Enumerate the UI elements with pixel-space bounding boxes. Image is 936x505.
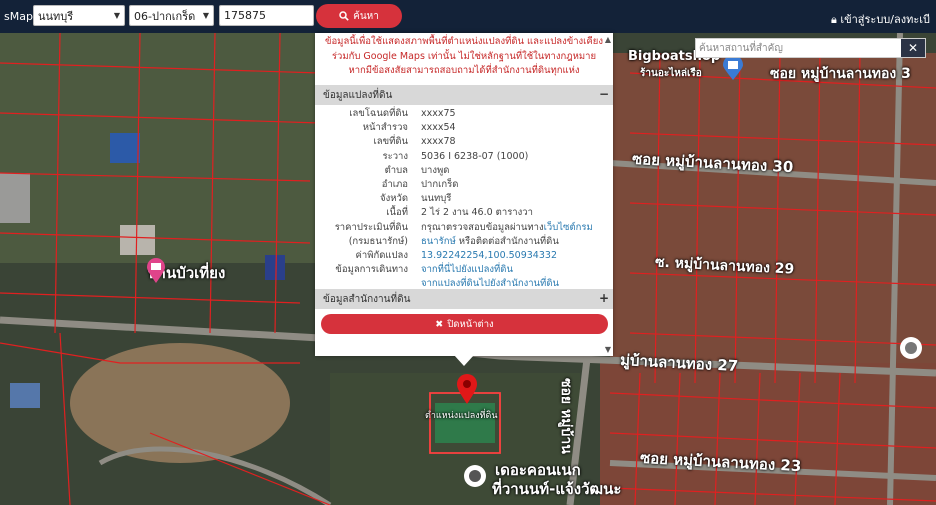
detail-value: นนทบุรี (421, 192, 451, 206)
detail-label: ราคาประเมินที่ดิน (334, 221, 408, 233)
panel-scrollbar[interactable]: ▲ ▼ (601, 33, 613, 356)
scroll-down-icon[interactable]: ▼ (605, 345, 611, 354)
deed-number-value: 175875 (224, 9, 266, 22)
search-icon (339, 11, 349, 21)
detail-label: เลขโฉนดที่ดิน (349, 108, 408, 119)
map-place-pin-icon[interactable] (898, 335, 924, 365)
parcel-section-header[interactable]: ข้อมูลแปลงที่ดิน − (315, 85, 613, 105)
detail-value-text: 2 ไร่ 2 งาน 46.0 ตารางวา (421, 207, 533, 219)
detail-value: จากที่นี่ไปยังแปลงที่ดิน (421, 263, 513, 277)
land-office-section-title: ข้อมูลสำนักงานที่ดิน (323, 293, 411, 305)
condo-place-sublabel: ที่วานนท์-แจ้งวัฒนะ (492, 480, 622, 498)
detail-row: อำเภอ ปากเกร็ด (315, 178, 613, 192)
detail-link[interactable]: จากที่นี่ไปยังแปลงที่ดิน (421, 264, 513, 275)
detail-label: ข้อมูลการเดินทาง (335, 264, 408, 276)
land-office-section-header[interactable]: ข้อมูลสำนักงานที่ดิน + (315, 289, 613, 309)
home-place-pin-icon[interactable] (146, 258, 166, 284)
disclaimer-text: ข้อมูลนี้เพื่อใช้แสดงสภาพพื้นที่ตำแหน่งแ… (324, 36, 603, 76)
detail-value-text: xxxx54 (421, 122, 456, 134)
detail-value-text: ปากเกร็ด (421, 178, 459, 190)
detail-row: ระวาง 5036 I 6238-07 (1000) (315, 150, 613, 164)
detail-value: ปากเกร็ด (421, 178, 458, 192)
detail-link[interactable]: 13.92242254,100.50934332 (421, 250, 557, 261)
soi-top-label: ซอย หมู่บ้านลานทอง 3 (770, 66, 911, 82)
close-window-label: ปิดหน้าต่าง (447, 318, 494, 330)
detail-label: อำเภอ (381, 178, 408, 190)
detail-link[interactable]: เว็บไซต์กรม (544, 222, 593, 233)
detail-row: ค่าพิกัดแปลง 13.92242254,100.50934332 (315, 249, 613, 263)
province-select-value: นนทบุรี (38, 9, 74, 23)
detail-value-text: 5036 I 6238-07 (1000) (421, 150, 529, 162)
detail-value: 5036 I 6238-07 (1000) (421, 150, 528, 164)
soi-vertical-label: ซอย หมู่บ้าน (558, 378, 574, 454)
detail-row: หน้าสำรวจ xxxx54 (315, 121, 613, 135)
detail-value-tail: หรือติดต่อสำนักงานที่ดิน (455, 235, 559, 247)
search-button[interactable]: ค้นหา (316, 4, 402, 28)
parcel-location-label: ตำแหน่งแปลงที่ดิน (425, 411, 498, 421)
detail-row: (กรมธนารักษ์) ธนารักษ์ หรือติดต่อสำนักงาน… (315, 235, 613, 249)
detail-value-text: นนทบุรี (421, 193, 452, 205)
parcel-section-title: ข้อมูลแปลงที่ดิน (323, 89, 393, 101)
detail-value: กรุณาตรวจสอบข้อมูลผ่านทางเว็บไซต์กรม (421, 221, 593, 235)
detail-row: ตำบล บางพูด (315, 164, 613, 178)
shop-place-sublabel: ร้านอะไหล่เรือ (640, 68, 702, 79)
login-link[interactable]: 🔒︎ เข้าสู่ระบบ/ลงทะเบี (831, 10, 930, 28)
panel-pointer-arrow (454, 355, 474, 366)
detail-value-text: กรุณาตรวจสอบข้อมูลผ่านทาง (421, 221, 544, 233)
detail-link[interactable]: จากแปลงที่ดินไปยังสำนักงานที่ดิน (421, 278, 559, 289)
place-search-input[interactable]: ค้นหาสถานที่สำคัญ ✕ (695, 38, 926, 58)
detail-value: 13.92242254,100.50934332 (421, 249, 557, 263)
top-bar: sMaps นนทบุรี ▼ 06-ปากเกร็ด ▼ 175875 ค้น… (0, 0, 936, 33)
detail-label: ระวาง (382, 150, 408, 162)
detail-value: ธนารักษ์ หรือติดต่อสำนักงานที่ดิน (421, 235, 559, 249)
chevron-down-icon: ▼ (113, 11, 120, 20)
detail-value: xxxx78 (421, 135, 456, 149)
district-select-value: 06-ปากเกร็ด (134, 9, 196, 23)
detail-value: บางพูด (421, 164, 449, 178)
detail-label: เลขที่ดิน (373, 136, 409, 148)
detail-value: xxxx54 (421, 121, 456, 135)
close-icon: ✖ (435, 318, 444, 330)
close-window-button[interactable]: ✖ ปิดหน้าต่าง (321, 314, 608, 334)
detail-row: เลขที่ดิน xxxx78 (315, 135, 613, 149)
detail-value-text: บางพูด (421, 164, 450, 176)
parcel-info-panel: ข้อมูลนี้เพื่อใช้แสดงสภาพพื้นที่ตำแหน่งแ… (315, 33, 613, 356)
district-select[interactable]: 06-ปากเกร็ด ▼ (129, 5, 214, 26)
detail-label: เนื้อที่ (386, 207, 408, 219)
detail-value: xxxx75 (421, 107, 456, 121)
parcel-details: เลขโฉนดที่ดิน xxxx75 หน้าสำรวจ xxxx54 เลขที่… (315, 107, 613, 291)
place-search-placeholder: ค้นหาสถานที่สำคัญ (699, 42, 783, 54)
detail-row: จังหวัด นนทบุรี (315, 192, 613, 206)
detail-label: (กรมธนารักษ์) (348, 235, 408, 247)
detail-row: ข้อมูลการเดินทาง จากที่นี่ไปยังแปลงที่ดิน (315, 263, 613, 277)
province-select[interactable]: นนทบุรี ▼ (33, 5, 125, 26)
detail-label: ค่าพิกัดแปลง (355, 249, 409, 261)
chevron-down-icon: ▼ (202, 11, 209, 20)
close-icon[interactable]: ✕ (901, 39, 925, 57)
scroll-up-icon[interactable]: ▲ (605, 35, 611, 44)
detail-label: หน้าสำรวจ (362, 122, 408, 134)
app-brand: sMaps (4, 10, 39, 23)
detail-link[interactable]: ธนารักษ์ (421, 236, 456, 247)
condo-place-pin-icon[interactable] (462, 463, 488, 493)
deed-number-input[interactable]: 175875 (219, 5, 314, 26)
detail-row: เลขโฉนดที่ดิน xxxx75 (315, 107, 613, 121)
detail-value: 2 ไร่ 2 งาน 46.0 ตารางวา (421, 206, 533, 220)
detail-value-text: xxxx78 (421, 136, 456, 148)
detail-value-text: xxxx75 (421, 108, 456, 119)
detail-row: ราคาประเมินที่ดิน กรุณาตรวจสอบข้อมูลผ่านท… (315, 221, 613, 235)
detail-row: เนื้อที่ 2 ไร่ 2 งาน 46.0 ตารางวา (315, 206, 613, 220)
shop-place-pin-icon[interactable] (722, 55, 744, 81)
detail-label: ตำบล (384, 164, 408, 176)
search-button-label: ค้นหา (353, 10, 379, 22)
login-label: เข้าสู่ระบบ/ลงทะเบี (840, 13, 930, 26)
detail-label: จังหวัด (380, 193, 408, 205)
lock-icon: 🔒︎ (830, 13, 837, 26)
parcel-location-pin-icon[interactable] (456, 373, 478, 405)
